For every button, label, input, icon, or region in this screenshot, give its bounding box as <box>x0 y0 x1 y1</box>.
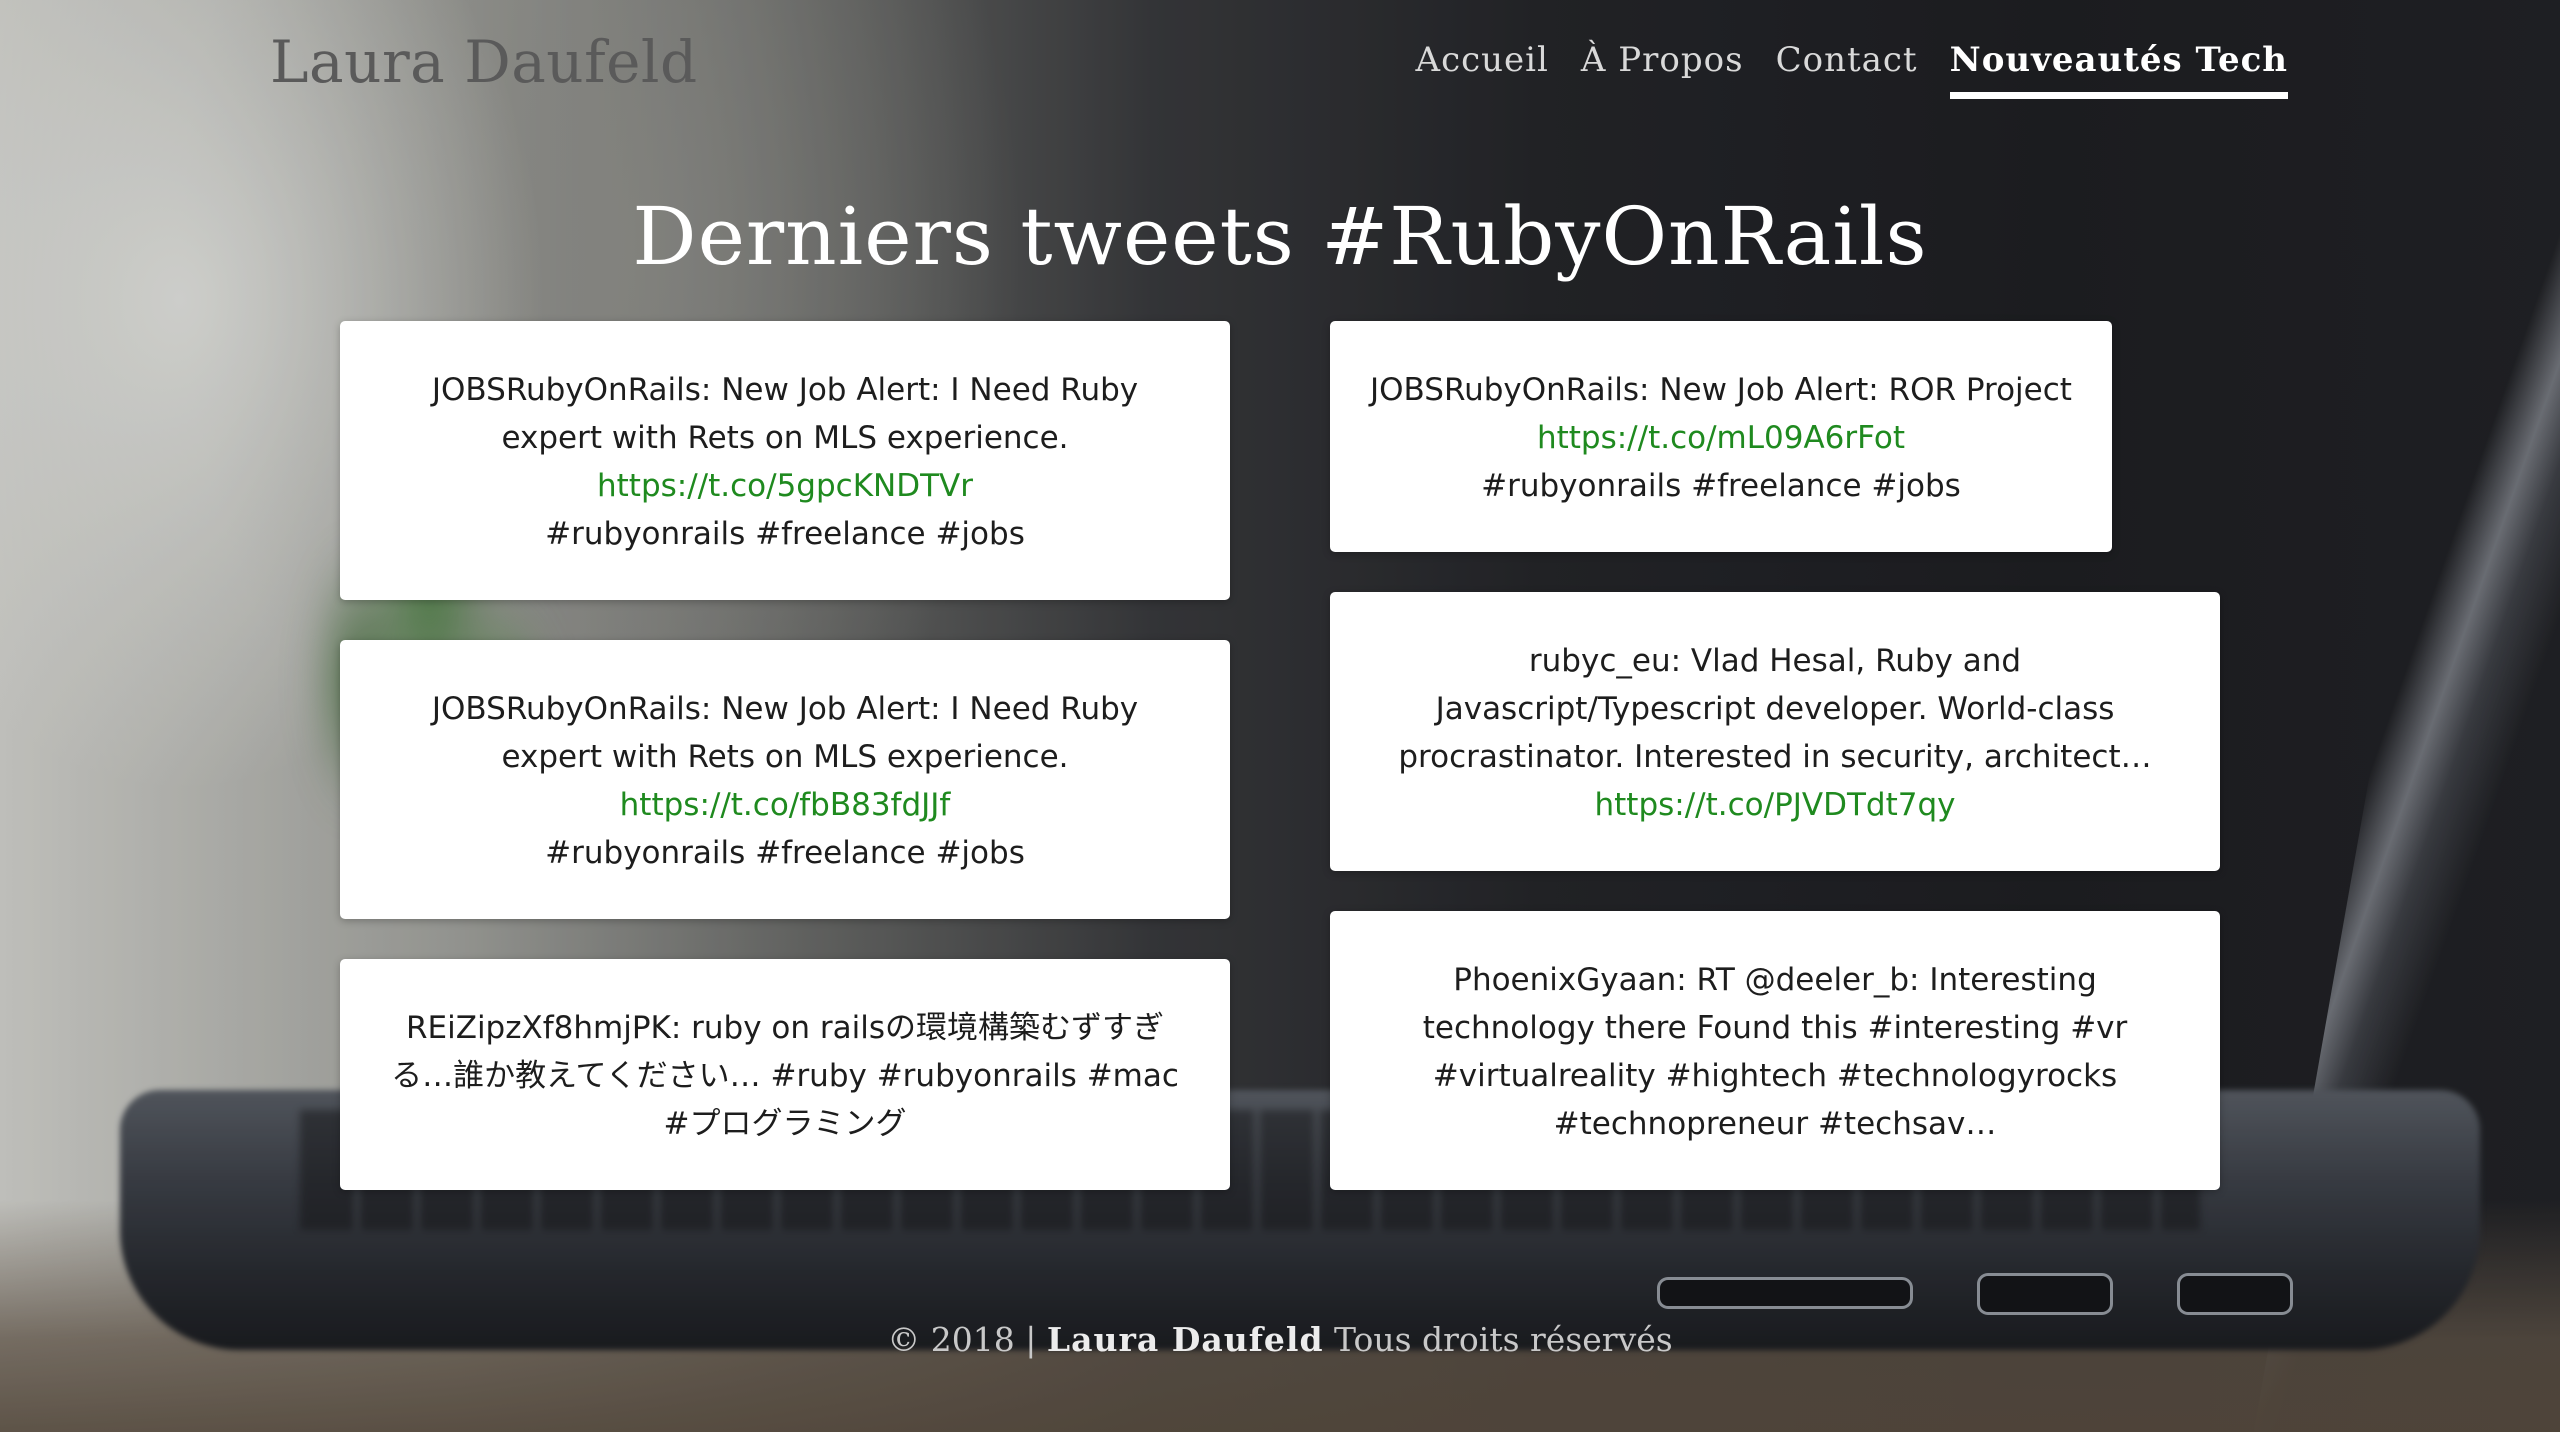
tweet-link[interactable]: https://t.co/mL09A6rFot <box>1370 414 2072 462</box>
tweet-text: rubyc_eu: Vlad Hesal, Ruby and Javascrip… <box>1398 643 2152 775</box>
tweet-card: rubyc_eu: Vlad Hesal, Ruby and Javascrip… <box>1330 592 2220 871</box>
nav-item-nouveautes-tech[interactable]: Nouveautés Tech <box>1949 40 2288 99</box>
tweet-link[interactable]: https://t.co/PJVDTdt7qy <box>1370 781 2180 829</box>
tweet-grid: JOBSRubyOnRails: New Job Alert: I Need R… <box>340 321 2220 1230</box>
page-title: Derniers tweets #RubyOnRails <box>632 190 1928 283</box>
tweet-text: JOBSRubyOnRails: New Job Alert: I Need R… <box>431 691 1139 775</box>
tweet-card: JOBSRubyOnRails: New Job Alert: I Need R… <box>340 321 1230 600</box>
tweet-tags: #rubyonrails #freelance #jobs <box>545 835 1025 871</box>
tweet-tags: #rubyonrails #freelance #jobs <box>545 516 1025 552</box>
footer-rights: Tous droits réservés <box>1334 1320 1673 1359</box>
tweet-card: PhoenixGyaan: RT @deeler_b: Interesting … <box>1330 911 2220 1190</box>
footer-author: Laura Daufeld <box>1046 1320 1324 1359</box>
tweet-card: JOBSRubyOnRails: New Job Alert: ROR Proj… <box>1330 321 2112 552</box>
tweet-text: REiZipzXf8hmjPK: ruby on railsの環境構築むずすぎる… <box>391 1010 1179 1142</box>
tweet-link[interactable]: https://t.co/fbB83fdJJf <box>380 781 1190 829</box>
tweet-text: JOBSRubyOnRails: New Job Alert: ROR Proj… <box>1370 372 2072 408</box>
footer-copyright: © 2018 | <box>887 1320 1037 1359</box>
tweet-tags: #rubyonrails #freelance #jobs <box>1481 468 1961 504</box>
tweet-text: JOBSRubyOnRails: New Job Alert: I Need R… <box>431 372 1139 456</box>
tweet-card: REiZipzXf8hmjPK: ruby on railsの環境構築むずすぎる… <box>340 959 1230 1190</box>
footer: © 2018 | Laura Daufeld Tous droits réser… <box>0 1320 2560 1359</box>
nav-item-accueil[interactable]: Accueil <box>1416 40 1549 94</box>
tweet-text: PhoenixGyaan: RT @deeler_b: Interesting … <box>1422 962 2128 1142</box>
main-nav: Accueil À Propos Contact Nouveautés Tech <box>1416 40 2288 99</box>
nav-item-a-propos[interactable]: À Propos <box>1581 40 1744 94</box>
nav-item-contact[interactable]: Contact <box>1776 40 1918 94</box>
tweet-column-left: JOBSRubyOnRails: New Job Alert: I Need R… <box>340 321 1230 1230</box>
tweet-card: JOBSRubyOnRails: New Job Alert: I Need R… <box>340 640 1230 919</box>
tweet-column-right: JOBSRubyOnRails: New Job Alert: ROR Proj… <box>1330 321 2220 1230</box>
tweet-link[interactable]: https://t.co/5gpcKNDTVr <box>380 462 1190 510</box>
brand-logo[interactable]: Laura Daufeld <box>270 28 698 96</box>
page: Laura Daufeld Accueil À Propos Contact N… <box>0 0 2560 1432</box>
